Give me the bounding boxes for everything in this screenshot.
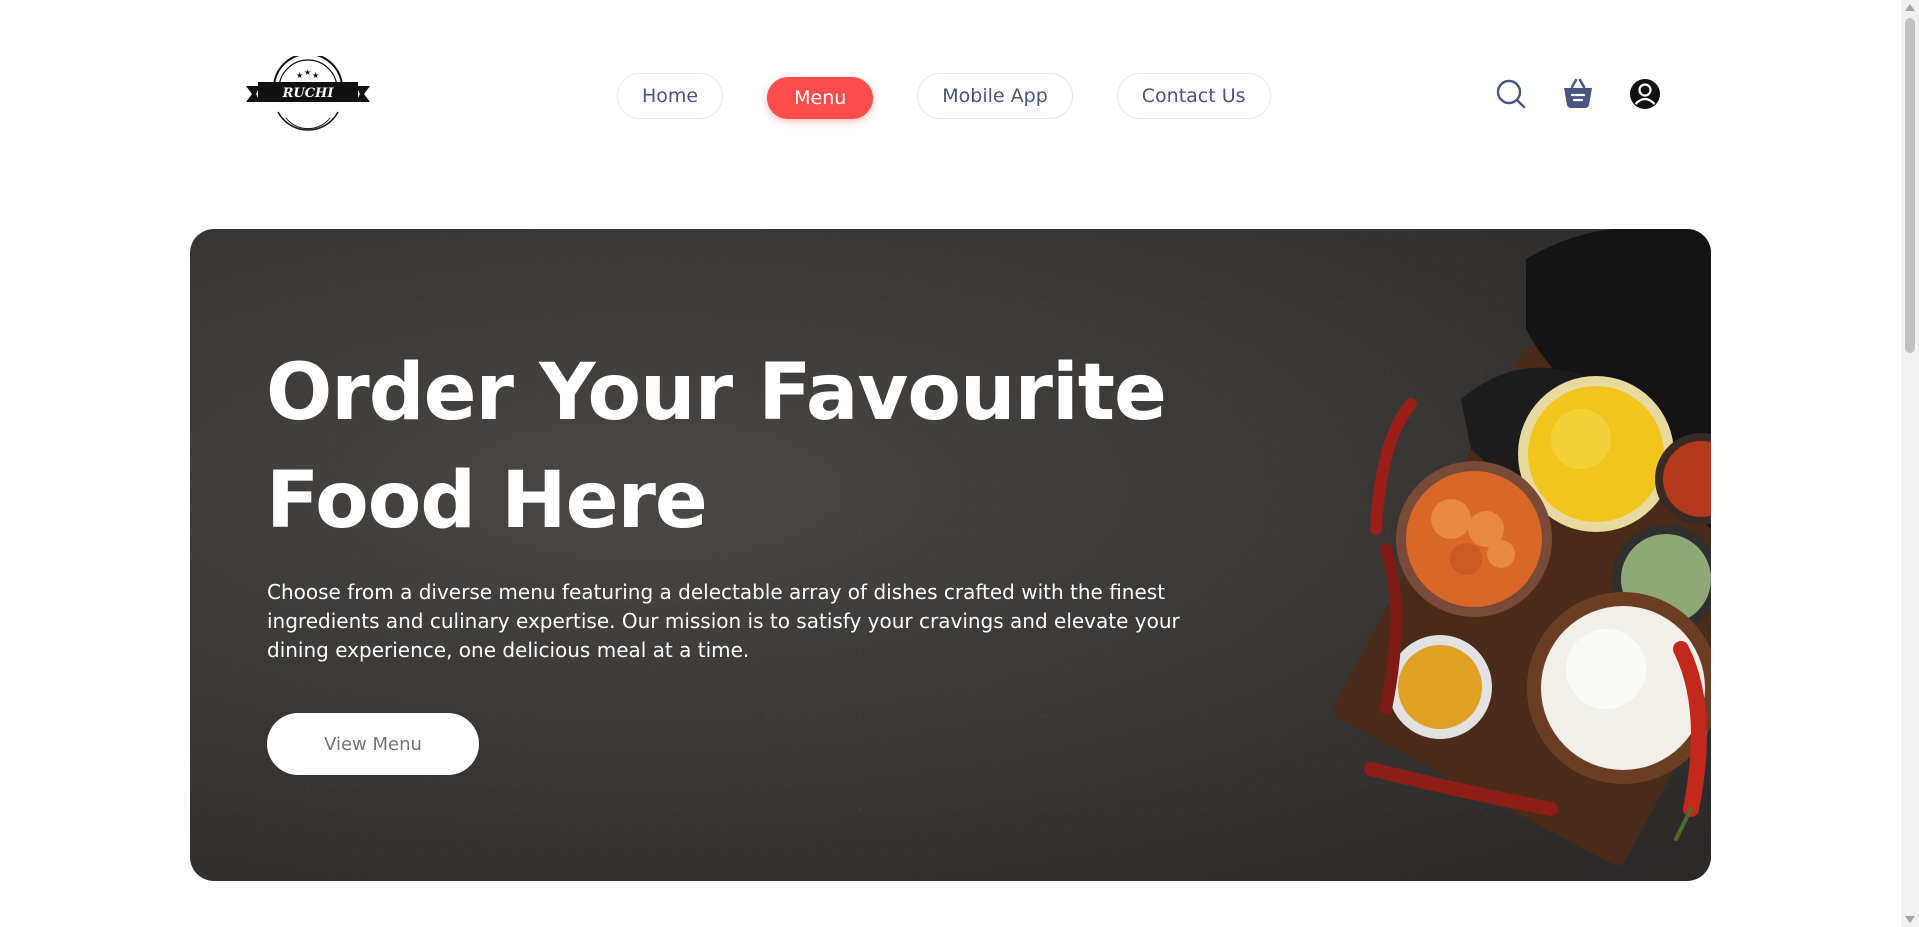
scroll-up-arrow-icon[interactable] — [1905, 4, 1915, 11]
hero-title-line-2: Food Here — [266, 456, 708, 546]
nav-item-mobile-app[interactable]: Mobile App — [917, 73, 1073, 119]
nav-item-menu[interactable]: Menu — [767, 77, 874, 119]
scroll-down-arrow-icon[interactable] — [1905, 916, 1915, 923]
svg-text:★: ★ — [296, 71, 303, 80]
ruchi-logo[interactable]: ★ ★ ★ RUCHI — [246, 53, 370, 132]
scroll-thumb[interactable] — [1905, 18, 1915, 353]
svg-text:RUCHI: RUCHI — [282, 86, 335, 101]
nav-item-contact-us[interactable]: Contact Us — [1116, 73, 1271, 119]
search-icon[interactable] — [1491, 74, 1531, 114]
svg-text:★: ★ — [312, 71, 319, 80]
svg-text:★: ★ — [304, 68, 311, 77]
food-image — [1333, 229, 1711, 866]
nav-item-home[interactable]: Home — [617, 73, 724, 119]
hero-title-line-1: Order Your Favourite — [266, 348, 1167, 438]
basket-icon[interactable] — [1558, 74, 1598, 114]
profile-icon[interactable] — [1625, 74, 1665, 114]
navbar: ★ ★ ★ RUCHI Home Menu Mobile App Contact… — [0, 0, 1900, 190]
nav-menu: Home Menu Mobile App Contact Us — [617, 72, 1271, 120]
hero-description: Choose from a diverse menu featuring a d… — [267, 580, 1180, 662]
scrollbar[interactable] — [1901, 0, 1919, 927]
navbar-actions — [1491, 74, 1665, 114]
hero-banner: Order Your Favourite Food Here Choose fr… — [190, 229, 1711, 881]
hero-title: Order Your Favourite Food Here — [266, 339, 1167, 555]
view-menu-button[interactable]: View Menu — [267, 713, 479, 775]
